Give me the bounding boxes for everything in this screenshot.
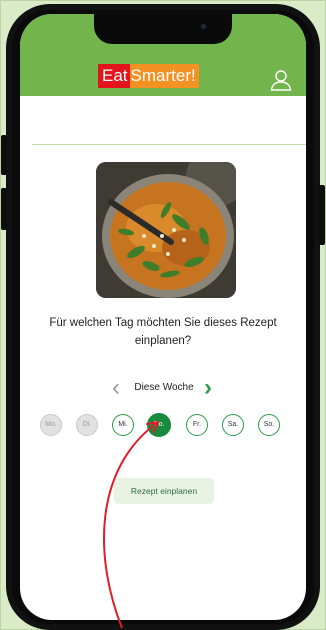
phone-screen: Eat Smarter! Für welchen Tag möchten Sie…	[20, 14, 306, 620]
divider	[32, 144, 306, 145]
day-wednesday[interactable]: Mi.	[112, 414, 134, 436]
weekday-selector: Mo. Di. Mi. Do. Fr. Sa. So.	[20, 413, 306, 440]
day-monday: Mo.	[40, 414, 62, 436]
recipe-image	[96, 162, 236, 298]
eatsmarter-logo[interactable]: Eat Smarter!	[98, 64, 199, 88]
day-saturday[interactable]: Sa.	[222, 414, 244, 436]
phone-notch	[94, 14, 232, 44]
user-icon[interactable]	[269, 68, 293, 92]
day-friday[interactable]: Fr.	[186, 414, 208, 436]
week-navigator: ‹ Diese Woche ›	[20, 374, 306, 404]
chevron-right-icon[interactable]: ›	[204, 376, 212, 400]
chevron-left-icon[interactable]: ‹	[112, 376, 120, 400]
power-button	[319, 185, 325, 245]
plan-question: Für welchen Tag möchten Sie dieses Rezep…	[49, 317, 277, 347]
logo-smarter: Smarter!	[129, 64, 199, 88]
day-tuesday: Di.	[76, 414, 98, 436]
week-label: Diese Woche	[134, 382, 194, 393]
plan-recipe-button[interactable]: Rezept einplanen	[114, 478, 214, 504]
logo-eat: Eat	[98, 64, 130, 88]
volume-up-button	[1, 135, 7, 175]
day-sunday[interactable]: So.	[258, 414, 280, 436]
volume-down-button	[1, 188, 7, 230]
day-thursday[interactable]: Do.	[147, 413, 171, 437]
